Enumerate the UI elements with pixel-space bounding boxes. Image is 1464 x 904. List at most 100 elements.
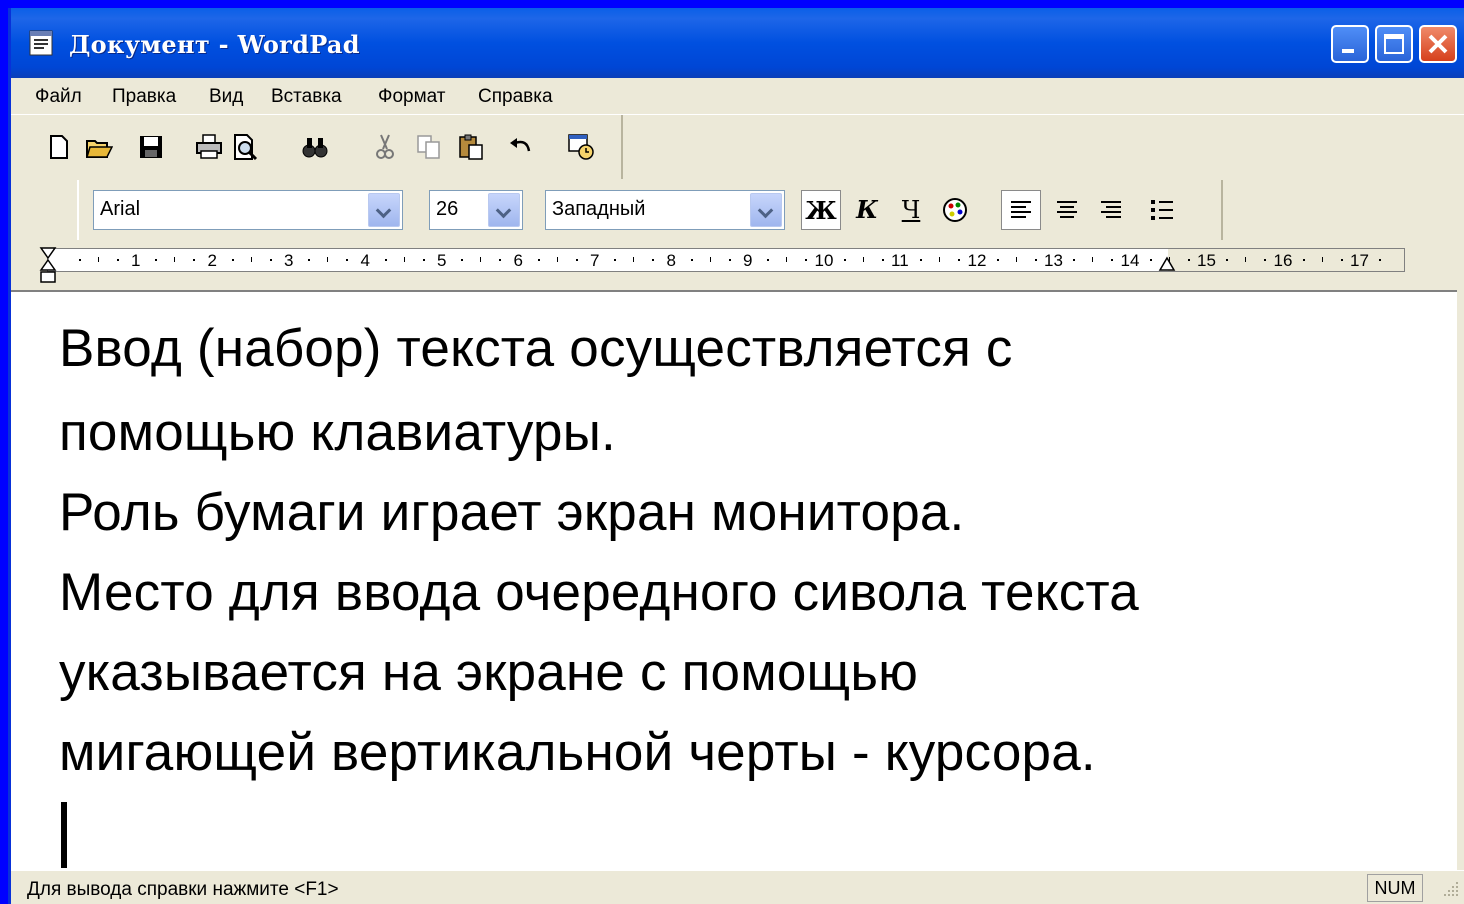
wordpad-window: Документ - WordPad Файл Правка Вид Встав…	[8, 8, 1464, 904]
script-combo[interactable]: Западный	[545, 190, 785, 230]
menu-help[interactable]: Справка	[478, 86, 553, 108]
left-indent-marker-icon[interactable]	[39, 246, 57, 292]
num-lock-indicator: NUM	[1367, 874, 1423, 902]
menu-edit[interactable]: Правка	[112, 86, 176, 108]
ruler-tick	[767, 259, 770, 261]
ruler-number: 10	[814, 251, 834, 270]
document-line: помощью клавиатуры.	[59, 403, 616, 462]
ruler-tick	[327, 257, 329, 262]
ruler-tick	[499, 259, 502, 261]
ruler-number: 7	[590, 251, 600, 270]
ruler-tick	[1302, 259, 1305, 261]
bullets-button[interactable]	[1143, 190, 1183, 230]
ruler[interactable]: 1 2 3 4 5 6 7 8 9 10 11 12 13 14 15 16 17	[47, 248, 1405, 272]
resize-grip-icon[interactable]	[1441, 879, 1461, 899]
status-bar: Для вывода справки нажмите <F1> NUM	[11, 870, 1464, 904]
cut-icon[interactable]	[371, 133, 399, 161]
wordpad-app-icon[interactable]	[29, 30, 53, 56]
ruler-tick	[920, 259, 923, 261]
ruler-tick	[652, 259, 655, 261]
bold-button[interactable]: Ж	[801, 190, 841, 230]
ruler-tick	[805, 259, 808, 261]
text-cursor	[61, 802, 67, 868]
right-indent-marker-icon[interactable]	[1158, 256, 1176, 272]
maximize-icon	[1384, 34, 1404, 54]
document-line: Роль бумаги играет экран монитора.	[59, 483, 965, 542]
ruler-tick	[843, 259, 846, 261]
ruler-tick	[174, 257, 176, 262]
menu-view[interactable]: Вид	[209, 86, 243, 108]
ruler-tick	[1226, 259, 1229, 261]
ruler-tick	[575, 259, 578, 261]
menu-file[interactable]: Файл	[35, 86, 82, 108]
font-name-combo[interactable]: Arial	[93, 190, 403, 230]
title-bar[interactable]: Документ - WordPad	[11, 8, 1464, 78]
undo-icon[interactable]	[507, 133, 535, 161]
close-icon	[1428, 34, 1448, 54]
ruler-tick	[403, 257, 405, 262]
align-left-icon	[1011, 201, 1031, 218]
script-value: Западный	[552, 198, 646, 220]
underline-button[interactable]: Ч	[891, 190, 931, 230]
copy-icon[interactable]	[415, 133, 443, 161]
ruler-tick	[1149, 259, 1152, 261]
font-size-combo[interactable]: 26	[429, 190, 523, 230]
ruler-number: 15	[1197, 251, 1216, 270]
italic-button[interactable]: К	[847, 190, 887, 230]
window-title: Документ - WordPad	[69, 30, 360, 59]
document-line: Место для ввода очередного сивола текста	[59, 563, 1139, 622]
close-button[interactable]	[1419, 25, 1457, 63]
palette-icon	[943, 198, 967, 222]
ruler-number: 2	[207, 251, 217, 270]
print-icon[interactable]	[195, 133, 223, 161]
open-icon[interactable]	[85, 133, 113, 161]
ruler-tick	[614, 259, 617, 261]
color-button[interactable]	[935, 190, 975, 230]
bullet-list-icon	[1151, 200, 1173, 220]
ruler-tick	[78, 259, 81, 261]
ruler-strip: 1 2 3 4 5 6 7 8 9 10 11 12 13 14 15 16 17	[11, 240, 1464, 290]
standard-toolbar	[11, 115, 623, 179]
datetime-icon[interactable]	[567, 133, 595, 161]
align-center-button[interactable]	[1047, 190, 1087, 230]
ruler-tick	[155, 259, 158, 261]
ruler-tick	[116, 259, 119, 261]
ruler-tick	[728, 259, 731, 261]
document-line: мигающей вертикальной черты - курсора.	[59, 723, 1096, 782]
ruler-tick	[231, 259, 234, 261]
ruler-number: 13	[1044, 251, 1063, 270]
ruler-tick	[1015, 257, 1017, 262]
chevron-down-icon[interactable]	[368, 193, 400, 227]
chevron-down-icon[interactable]	[750, 193, 782, 227]
ruler-tick	[422, 259, 425, 261]
save-icon[interactable]	[137, 133, 165, 161]
align-center-icon	[1057, 201, 1077, 218]
align-left-button[interactable]	[1001, 190, 1041, 230]
ruler-tick	[193, 259, 196, 261]
ruler-number: 11	[891, 251, 909, 270]
ruler-number: 17	[1350, 251, 1369, 270]
align-right-button[interactable]	[1091, 190, 1131, 230]
find-icon[interactable]	[301, 133, 329, 161]
ruler-number: 12	[967, 251, 987, 270]
ruler-number: 4	[360, 251, 370, 270]
document-editor[interactable]: Ввод (набор) текста осуществляется с пом…	[11, 290, 1457, 872]
ruler-tick	[633, 257, 635, 262]
menu-insert[interactable]: Вставка	[271, 86, 342, 108]
ruler-tick	[1264, 259, 1267, 261]
menu-format[interactable]: Формат	[378, 86, 446, 108]
menu-bar: Файл Правка Вид Вставка Формат Справка	[11, 78, 1464, 115]
ruler-tick	[1321, 257, 1323, 262]
chevron-down-icon[interactable]	[488, 193, 520, 227]
new-icon[interactable]	[45, 133, 73, 161]
ruler-number: 5	[437, 251, 447, 270]
ruler-tick	[881, 259, 884, 261]
paste-icon[interactable]	[457, 133, 485, 161]
ruler-tick	[480, 257, 482, 262]
minimize-button[interactable]	[1331, 25, 1369, 63]
ruler-tick	[250, 257, 252, 262]
align-right-icon	[1101, 201, 1121, 218]
print-preview-icon[interactable]	[231, 133, 259, 161]
ruler-tick	[1379, 259, 1382, 261]
maximize-button[interactable]	[1375, 25, 1413, 63]
